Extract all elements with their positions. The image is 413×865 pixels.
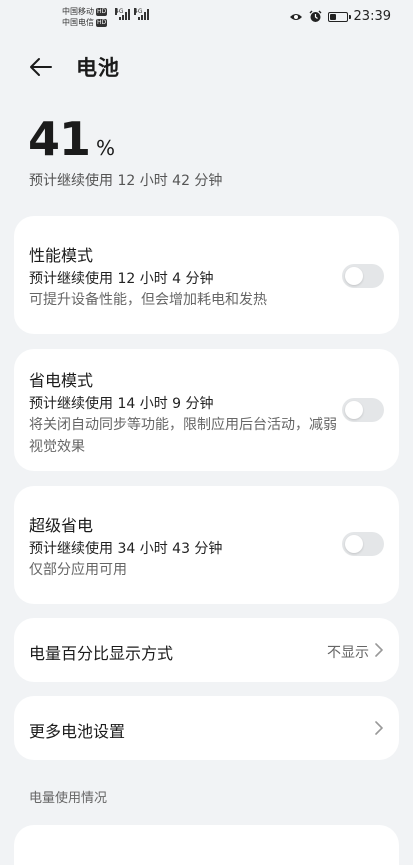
clock: 23:39 (353, 9, 391, 24)
battery-icon (327, 11, 351, 22)
toggle-knob (345, 535, 363, 553)
toggle-knob (345, 401, 363, 419)
status-bar: 中国移动 HD 中国电信 HD 4G 4G 23:39 (0, 0, 413, 36)
battery-percent-value: 41 (28, 112, 91, 166)
carrier-info: 中国移动 HD 中国电信 HD (62, 6, 108, 28)
status-right-group: 23:39 (289, 9, 391, 24)
super-power-saving-toggle[interactable] (342, 532, 384, 556)
network-type-2: 4G (134, 8, 143, 15)
more-battery-settings-row[interactable]: 更多电池设置 (14, 696, 399, 760)
usage-section-header: 电量使用情况 (29, 791, 108, 806)
percentage-display-value: 不显示 (327, 645, 369, 661)
battery-percentage: 41 % (28, 112, 115, 166)
hd-badge-1: HD (96, 7, 108, 16)
power-saving-mode-card: 省电模式 预计继续使用 14 小时 9 分钟 将关闭自动同步等功能，限制应用后台… (14, 349, 399, 471)
power-saving-mode-desc: 将关闭自动同步等功能，限制应用后台活动，减弱视觉效果 (29, 417, 337, 455)
super-power-saving-desc: 仅部分应用可用 (29, 562, 127, 578)
more-battery-settings-label: 更多电池设置 (29, 722, 126, 741)
alarm-icon (309, 10, 322, 22)
signal-strength-2-icon: 4G (134, 8, 149, 20)
battery-level-fill (329, 13, 336, 20)
super-power-saving-card: 超级省电 预计继续使用 34 小时 43 分钟 仅部分应用可用 (14, 486, 399, 604)
battery-percent-unit: % (96, 136, 116, 160)
toggle-knob (345, 267, 363, 285)
performance-mode-desc: 可提升设备性能，但会增加耗电和发热 (29, 292, 267, 308)
super-power-saving-title: 超级省电 (29, 516, 94, 535)
power-saving-mode-time: 预计继续使用 14 小时 9 分钟 (29, 396, 214, 412)
remaining-time: 预计继续使用 12 小时 42 分钟 (29, 173, 223, 189)
page-title: 电池 (76, 56, 120, 80)
performance-mode-card: 性能模式 预计继续使用 12 小时 4 分钟 可提升设备性能，但会增加耗电和发热 (14, 216, 399, 334)
eye-icon (289, 13, 302, 20)
network-type-1: 4G (115, 8, 124, 15)
signal-strength-1-icon: 4G (115, 8, 130, 20)
usage-card (14, 825, 399, 865)
power-saving-mode-toggle[interactable] (342, 398, 384, 422)
performance-mode-title: 性能模式 (29, 246, 94, 265)
chevron-right-icon (375, 643, 383, 657)
power-saving-mode-title: 省电模式 (29, 371, 94, 390)
signal-indicators: 4G 4G (115, 8, 149, 20)
carrier-1-name: 中国移动 (62, 7, 94, 16)
percentage-display-label: 电量百分比显示方式 (29, 644, 174, 663)
performance-mode-toggle[interactable] (342, 264, 384, 288)
back-button[interactable] (28, 54, 54, 80)
app-header: 电池 (0, 46, 413, 88)
carrier-2-name: 中国电信 (62, 18, 94, 27)
chevron-right-icon (375, 721, 383, 735)
performance-mode-time: 预计继续使用 12 小时 4 分钟 (29, 271, 214, 287)
back-arrow-icon (30, 58, 52, 76)
hd-badge-2: HD (96, 18, 108, 27)
super-power-saving-time: 预计继续使用 34 小时 43 分钟 (29, 541, 223, 557)
percentage-display-row[interactable]: 电量百分比显示方式 不显示 (14, 618, 399, 682)
